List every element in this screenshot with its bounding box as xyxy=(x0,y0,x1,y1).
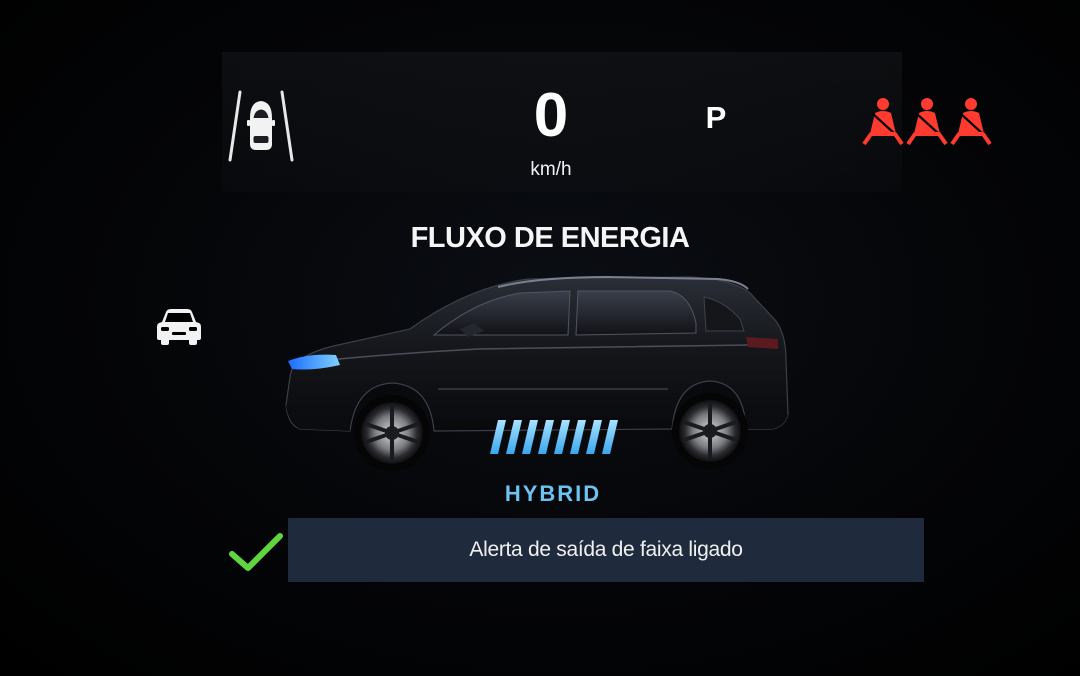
notification-text: Alerta de saída de faixa ligado xyxy=(469,538,743,561)
speed-unit: km/h xyxy=(530,159,572,180)
lane-departure-notification: Alerta de saída de faixa ligado xyxy=(288,518,924,582)
energy-flow-stripes-icon xyxy=(490,420,618,454)
seatbelt-warning-icon xyxy=(950,98,992,146)
speed-value: 0 xyxy=(533,81,569,150)
front-car-icon xyxy=(157,309,201,345)
gear-indicator: P xyxy=(705,100,727,135)
lane-departure-car-icon xyxy=(228,90,294,162)
hybrid-mode-label: HYBRID xyxy=(504,481,602,506)
seatbelt-warnings xyxy=(862,96,996,148)
seatbelt-warning-icon xyxy=(906,98,948,146)
seatbelt-warning-icon xyxy=(862,98,904,146)
checkmark-icon xyxy=(229,533,283,571)
energy-flow-title: FLUXO DE ENERGIA xyxy=(410,222,690,254)
